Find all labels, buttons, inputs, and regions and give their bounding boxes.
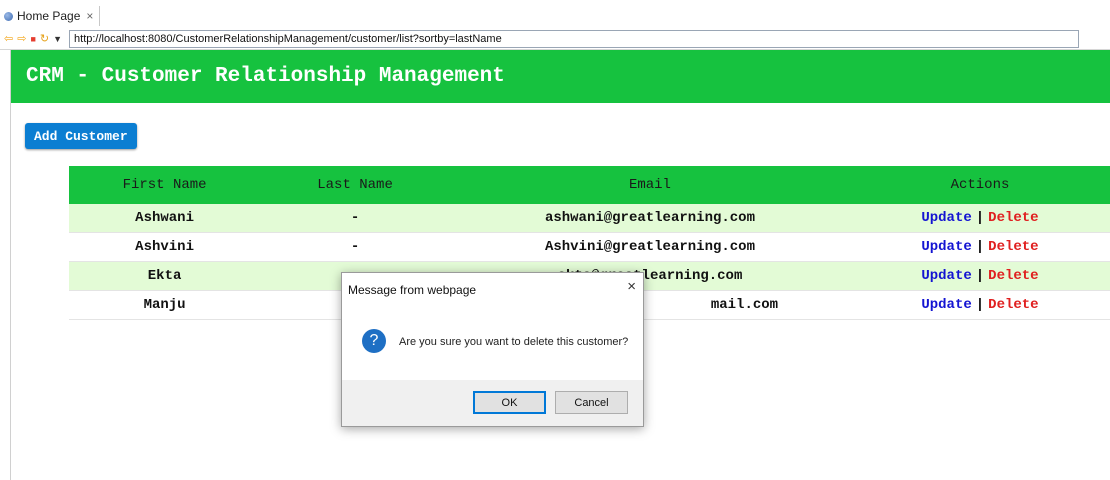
close-icon[interactable]: × xyxy=(627,278,636,295)
update-link[interactable]: Update xyxy=(921,210,971,226)
update-link[interactable]: Update xyxy=(921,268,971,284)
ok-button[interactable]: OK xyxy=(473,391,546,414)
delete-link[interactable]: Delete xyxy=(988,268,1038,284)
column-header-last-name[interactable]: Last Name xyxy=(260,166,450,204)
dialog-message: Are you sure you want to delete this cus… xyxy=(399,336,629,348)
back-icon[interactable]: ⇦ xyxy=(4,29,13,49)
cell-actions: Update | Delete xyxy=(849,204,1110,233)
cell-first-name: Manju xyxy=(69,290,261,320)
update-link[interactable]: Update xyxy=(921,239,971,255)
browser-tabstrip: Home Page × xyxy=(0,0,1110,28)
dialog-title: Message from webpage xyxy=(348,283,477,297)
forward-icon[interactable]: ⇨ xyxy=(17,29,26,49)
tab-title: Home Page xyxy=(17,9,81,23)
cell-actions: Update | Delete xyxy=(849,290,1110,320)
browser-navbar: ⇦ ⇨ ■ ↻ ▼ xyxy=(0,29,1110,49)
cell-email: ashwani@greatlearning.com xyxy=(449,204,850,233)
cell-actions: Update | Delete xyxy=(849,232,1110,262)
delete-link[interactable]: Delete xyxy=(988,210,1038,226)
address-bar[interactable] xyxy=(69,30,1080,48)
cell-first-name: Ashvini xyxy=(69,232,261,262)
dialog-body: ? Are you sure you want to delete this c… xyxy=(342,306,643,380)
cell-first-name: Ekta xyxy=(69,261,261,291)
action-separator: | xyxy=(975,210,985,226)
table-row: Ashwani - ashwani@greatlearning.com Upda… xyxy=(69,204,1110,233)
cell-email: Ashvini@greatlearning.com xyxy=(449,232,850,262)
add-customer-button[interactable]: Add Customer xyxy=(25,123,137,149)
cell-last-name: - xyxy=(260,232,450,262)
cell-last-name: - xyxy=(260,204,450,233)
browser-tab[interactable]: Home Page × xyxy=(0,6,101,26)
dialog-titlebar[interactable]: Message from webpage × xyxy=(342,273,643,306)
globe-icon xyxy=(4,11,13,21)
action-separator: | xyxy=(975,239,985,255)
table-row: Ashvini - Ashvini@greatlearning.com Upda… xyxy=(69,232,1110,262)
action-separator: | xyxy=(975,297,985,313)
question-icon: ? xyxy=(362,329,386,353)
delete-link[interactable]: Delete xyxy=(988,297,1038,313)
action-separator: | xyxy=(975,268,985,284)
delete-link[interactable]: Delete xyxy=(988,239,1038,255)
cell-first-name: Ashwani xyxy=(69,204,261,233)
dialog-footer: OK Cancel xyxy=(342,380,643,426)
chevron-down-icon[interactable]: ▼ xyxy=(53,29,62,49)
column-header-first-name[interactable]: First Name xyxy=(69,166,261,204)
page-header: CRM - Customer Relationship Management xyxy=(11,50,1110,103)
left-border xyxy=(10,50,11,480)
cell-actions: Update | Delete xyxy=(849,261,1110,291)
refresh-icon[interactable]: ↻ xyxy=(40,29,49,49)
confirm-dialog: Message from webpage × ? Are you sure yo… xyxy=(341,272,644,427)
tab-close-icon[interactable]: × xyxy=(86,9,93,23)
stop-icon[interactable]: ■ xyxy=(30,29,35,49)
cancel-button[interactable]: Cancel xyxy=(555,391,628,414)
column-header-actions: Actions xyxy=(849,166,1110,204)
table-header-row: First Name Last Name Email Actions xyxy=(69,166,1110,204)
update-link[interactable]: Update xyxy=(921,297,971,313)
column-header-email[interactable]: Email xyxy=(449,166,850,204)
